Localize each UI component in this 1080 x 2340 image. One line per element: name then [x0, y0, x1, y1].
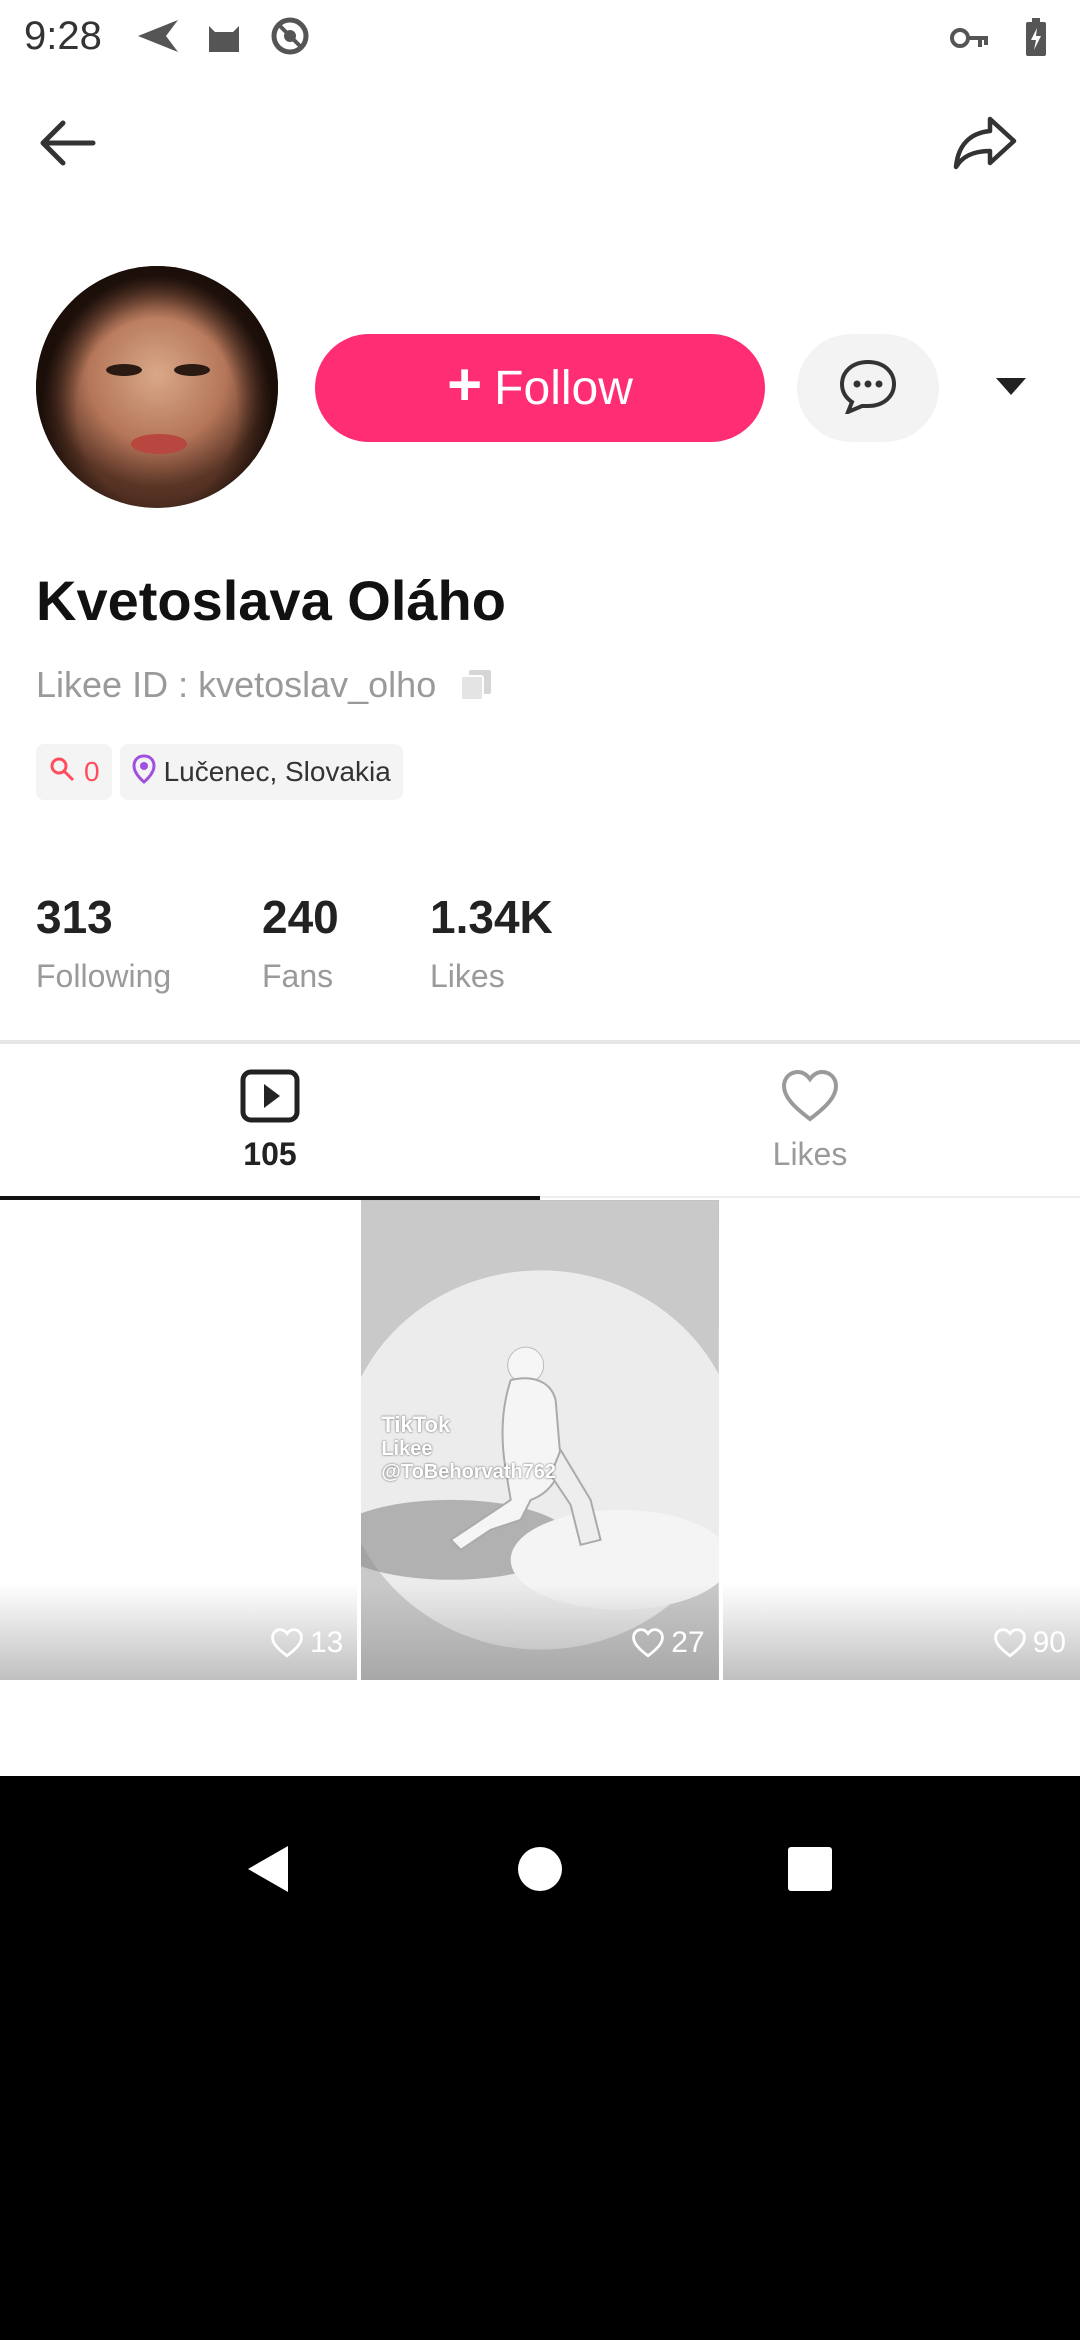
profile-stats: 313 Following 240 Fans 1.34K Likes — [36, 890, 630, 995]
nav-home-button[interactable] — [495, 1824, 585, 1914]
heart-outline-icon — [271, 1628, 303, 1658]
tab-videos[interactable]: 105 — [0, 1044, 540, 1200]
stat-following[interactable]: 313 Following — [36, 890, 262, 995]
video-tile[interactable]: 13 — [0, 1200, 358, 1680]
heart-outline-icon — [993, 1628, 1026, 1658]
watermark-user: @ToBehorvath762 — [381, 1461, 557, 1483]
likee-id-row: Likee ID : kvetoslav_olho — [36, 664, 496, 706]
message-button[interactable] — [797, 334, 939, 442]
profile-name: Kvetoslava Oláho — [36, 569, 506, 632]
copy-icon — [460, 670, 492, 701]
likee-id: Likee ID : kvetoslav_olho — [36, 664, 437, 705]
location-pin-icon — [132, 753, 156, 791]
heart-outline-icon — [632, 1628, 665, 1658]
location-text: Lučenec, Slovakia — [163, 756, 391, 787]
video-like-count: 90 — [993, 1626, 1066, 1660]
back-button[interactable] — [22, 100, 112, 190]
send-icon — [136, 16, 180, 56]
nav-back-button[interactable] — [222, 1824, 312, 1914]
stat-fans-label: Fans — [262, 958, 334, 994]
stat-following-label: Following — [36, 958, 172, 994]
tab-videos-label: 105 — [243, 1136, 297, 1172]
back-triangle-icon — [248, 1846, 288, 1892]
location-badge: Lučenec, Slovakia — [119, 744, 403, 800]
tab-likes[interactable]: Likes — [540, 1044, 1080, 1198]
stat-fans[interactable]: 240 Fans — [262, 890, 430, 995]
copy-id-button[interactable] — [456, 665, 496, 705]
video-like-count: 13 — [270, 1626, 343, 1660]
cat-icon — [202, 16, 246, 56]
stat-following-value: 313 — [36, 891, 113, 943]
profile-tags: 0 Lučenec, Slovakia — [36, 744, 403, 800]
follow-button[interactable]: + Follow — [315, 334, 765, 442]
caret-down-icon — [994, 375, 1028, 402]
video-like-value: 27 — [671, 1626, 705, 1659]
top-bar — [0, 100, 1080, 190]
rank-icon — [48, 755, 76, 790]
chat-bubble-icon — [838, 358, 898, 419]
heart-outline-icon — [780, 1069, 840, 1128]
share-arrow-icon — [952, 115, 1018, 176]
status-time: 9:28 — [24, 13, 102, 58]
system-nav-bar — [0, 1776, 1080, 2340]
rank-badge[interactable]: 0 — [36, 744, 112, 800]
avatar[interactable] — [36, 266, 278, 508]
key-icon — [948, 18, 992, 58]
video-like-value: 13 — [309, 1626, 344, 1659]
rank-value: 0 — [84, 756, 100, 787]
nav-recents-button[interactable] — [765, 1824, 855, 1914]
recents-square-icon — [788, 1847, 832, 1891]
watermark-brand: TikTok — [381, 1412, 451, 1437]
watermark-sub: Likee — [381, 1438, 433, 1460]
video-tile[interactable]: 90 — [722, 1200, 1080, 1680]
video-like-value: 90 — [1032, 1626, 1066, 1659]
stat-likes[interactable]: 1.34K Likes — [430, 890, 630, 995]
share-button[interactable] — [940, 100, 1030, 190]
do-not-disturb-icon — [268, 16, 312, 56]
video-like-count: 27 — [631, 1626, 705, 1660]
stat-likes-label: Likes — [430, 958, 505, 994]
video-watermark: TikTok Likee @ToBehorvath762 — [381, 1412, 556, 1484]
video-tile[interactable]: TikTok Likee @ToBehorvath762 27 — [361, 1200, 719, 1680]
stat-likes-value: 1.34K — [430, 891, 553, 943]
stat-fans-value: 240 — [262, 891, 339, 943]
home-circle-icon — [518, 1847, 562, 1891]
tab-likes-label: Likes — [772, 1136, 848, 1172]
battery-charging-icon — [1014, 18, 1058, 58]
video-grid: 13 TikTok Likee @ToBehorvath762 27 90 — [0, 1200, 1080, 1680]
status-bar: 9:28 — [0, 0, 1080, 72]
follow-label: Follow — [494, 361, 633, 415]
plus-icon: + — [447, 351, 483, 418]
more-dropdown-button[interactable] — [976, 360, 1046, 416]
content-tabs: 105 Likes — [0, 1044, 1080, 1200]
arrow-left-icon — [37, 118, 97, 173]
video-play-icon — [240, 1069, 300, 1128]
